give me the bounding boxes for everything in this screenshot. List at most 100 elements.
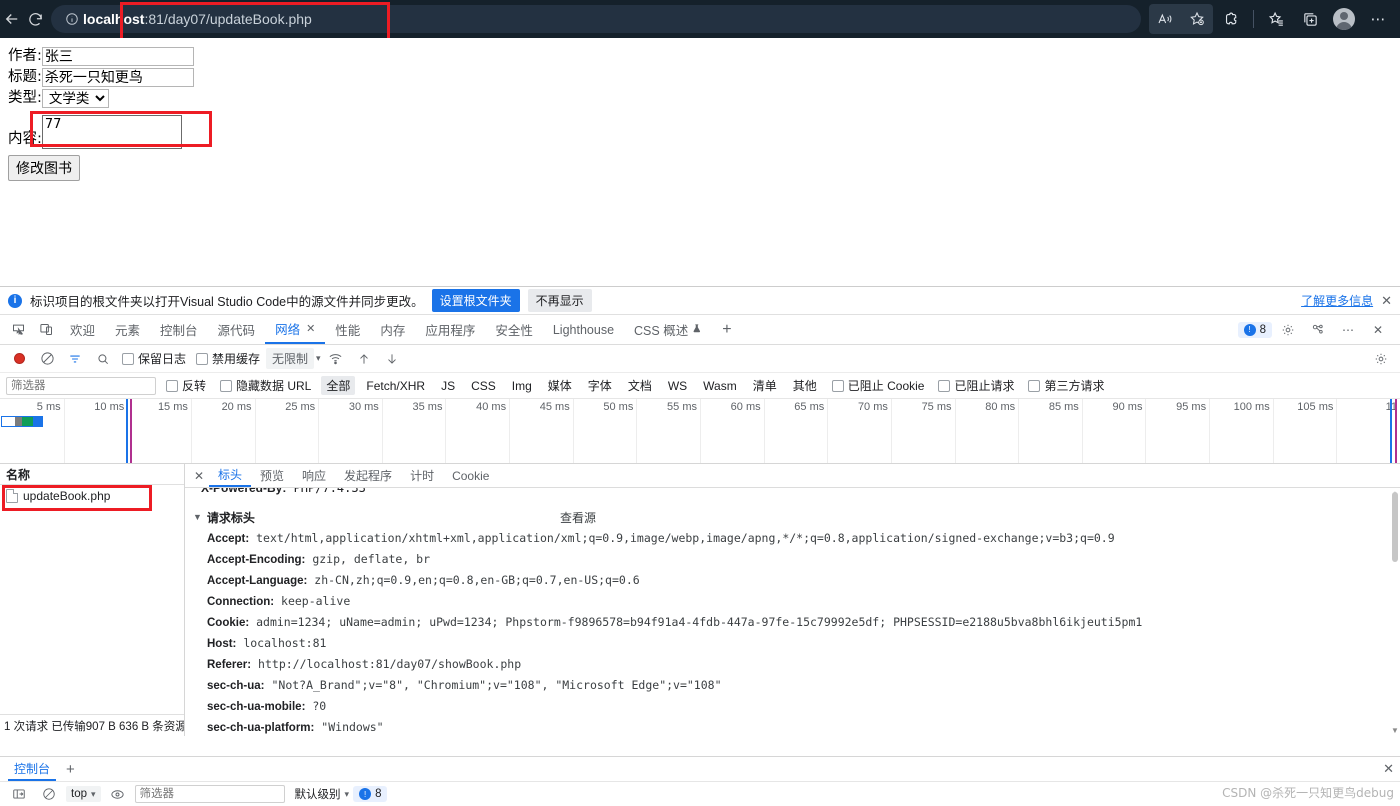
detail-tab-initiator[interactable]: 发起程序 — [335, 464, 401, 487]
invert-checkbox[interactable]: 反转 — [166, 377, 206, 394]
filter-type-fetch-xhr[interactable]: Fetch/XHR — [361, 378, 430, 394]
collections-icon[interactable] — [1294, 4, 1326, 34]
filter-icon[interactable] — [62, 347, 88, 371]
favorites-icon[interactable] — [1260, 4, 1292, 34]
search-icon[interactable] — [90, 347, 116, 371]
filter-type-ws[interactable]: WS — [663, 378, 692, 394]
add-favorite-icon[interactable] — [1181, 4, 1213, 34]
drawer-close-icon[interactable]: ✕ — [1383, 761, 1400, 777]
blocked-requests-checkbox[interactable]: 已阻止请求 — [938, 377, 1014, 394]
tab-memory[interactable]: 内存 — [370, 315, 415, 344]
content-textarea[interactable]: 77 — [41, 115, 182, 149]
detail-tab-timing[interactable]: 计时 — [401, 464, 443, 487]
console-context-select[interactable]: top ▾ — [66, 786, 101, 802]
export-har-icon[interactable] — [379, 347, 405, 371]
tab-security[interactable]: 安全性 — [485, 315, 543, 344]
settings-more-icon[interactable]: ⋯ — [1362, 4, 1394, 34]
drawer-tab-console[interactable]: 控制台 — [8, 757, 57, 781]
tab-welcome[interactable]: 欢迎 — [60, 315, 105, 344]
filter-type-manifest[interactable]: 清单 — [748, 376, 782, 395]
header-name: Host: — [207, 638, 237, 650]
request-row-updatebook[interactable]: updateBook.php — [0, 485, 184, 506]
drawer-add-tab-icon[interactable]: + — [66, 761, 75, 778]
title-input[interactable] — [41, 67, 194, 87]
tab-performance[interactable]: 性能 — [325, 315, 370, 344]
type-select[interactable]: 文学类 — [41, 88, 109, 108]
view-source-link[interactable]: 查看源 — [560, 509, 596, 526]
filter-input[interactable] — [6, 376, 156, 395]
clear-button[interactable] — [34, 347, 60, 371]
detail-tab-cookies[interactable]: Cookie — [443, 464, 498, 487]
tab-sources[interactable]: 源代码 — [208, 315, 266, 344]
set-root-folder-button[interactable]: 设置根文件夹 — [431, 289, 520, 312]
record-button[interactable] — [6, 347, 32, 371]
detail-tab-headers[interactable]: 标头 — [209, 464, 252, 487]
console-filter-input[interactable] — [134, 785, 285, 803]
tab-console[interactable]: 控制台 — [150, 315, 208, 344]
live-expression-icon[interactable] — [105, 782, 131, 806]
chevron-down-icon[interactable]: ▾ — [316, 353, 321, 364]
console-clear-icon[interactable] — [36, 782, 62, 806]
learn-more-link[interactable]: 了解更多信息 — [1301, 292, 1373, 309]
submit-book-button[interactable]: 修改图书 — [8, 155, 80, 181]
customize-devtools-icon[interactable] — [1304, 317, 1332, 343]
request-column-header[interactable]: 名称 — [0, 464, 184, 485]
extensions-icon[interactable] — [1215, 4, 1247, 34]
blocked-cookies-checkbox[interactable]: 已阻止 Cookie — [831, 377, 924, 394]
tab-lighthouse[interactable]: Lighthouse — [543, 315, 624, 344]
device-toolbar-icon[interactable] — [32, 317, 60, 343]
filter-type-other[interactable]: 其他 — [788, 376, 822, 395]
headers-scroll-area[interactable]: X-Powered-By: PHP/7.4.33 ▼ 请求标头 查看源 Acce… — [185, 488, 1400, 736]
more-options-icon[interactable]: ⋯ — [1334, 317, 1362, 343]
filter-type-doc[interactable]: 文档 — [623, 376, 657, 395]
filter-type-js[interactable]: JS — [436, 378, 460, 394]
detail-tab-response[interactable]: 响应 — [293, 464, 335, 487]
address-box[interactable]: localhost:81/day07/updateBook.php — [51, 5, 1141, 33]
tab-application[interactable]: 应用程序 — [415, 315, 485, 344]
hide-data-urls-checkbox[interactable]: 隐藏数据 URL — [220, 377, 311, 394]
import-har-icon[interactable] — [351, 347, 377, 371]
filter-type-media[interactable]: 媒体 — [543, 376, 577, 395]
dont-show-again-button[interactable]: 不再显示 — [527, 289, 592, 312]
tab-close-icon[interactable]: ✕ — [306, 322, 315, 335]
filter-type-css[interactable]: CSS — [466, 378, 501, 394]
address-bar[interactable]: localhost:81/day07/updateBook.php — [51, 5, 1141, 33]
network-overview-timeline[interactable]: 5 ms 10 ms 15 ms 20 ms 25 ms 30 ms 35 ms 40 ms 4… — [0, 399, 1400, 464]
preserve-log-checkbox[interactable]: 保留日志 — [122, 350, 186, 367]
console-sidebar-icon[interactable] — [6, 782, 32, 806]
tab-network[interactable]: 网络 ✕ — [265, 315, 326, 344]
read-aloud-icon[interactable] — [1149, 4, 1181, 34]
detail-tab-preview[interactable]: 预览 — [251, 464, 293, 487]
close-devtools-icon[interactable]: ✕ — [1364, 317, 1392, 343]
scrollbar-thumb[interactable] — [1392, 492, 1398, 562]
add-panel-button[interactable]: + — [712, 315, 741, 344]
console-issues-badge[interactable]: ! 8 — [353, 786, 388, 802]
gear-icon[interactable] — [1274, 317, 1302, 343]
filter-type-all[interactable]: 全部 — [321, 376, 356, 395]
back-button[interactable] — [0, 4, 24, 34]
scroll-down-icon[interactable]: ▼ — [1391, 726, 1399, 735]
issues-badge[interactable]: ! 8 — [1237, 321, 1272, 338]
inspect-element-icon[interactable] — [4, 317, 32, 343]
profile-avatar[interactable] — [1328, 4, 1360, 34]
filter-type-wasm[interactable]: Wasm — [698, 378, 742, 394]
request-headers-section-header[interactable]: ▼ 请求标头 查看源 — [193, 506, 1400, 528]
infobar-close-icon[interactable]: ✕ — [1381, 293, 1392, 309]
filter-type-font[interactable]: 字体 — [583, 376, 617, 395]
network-summary-text: 1 次请求 已传输907 B 636 B 条资源 — [4, 720, 184, 733]
author-input[interactable] — [41, 46, 194, 66]
console-level-select[interactable]: 默认级别 ▾ — [295, 786, 350, 802]
third-party-checkbox[interactable]: 第三方请求 — [1028, 377, 1105, 394]
tab-elements[interactable]: 元素 — [105, 315, 150, 344]
detail-close-icon[interactable]: ✕ — [189, 469, 209, 483]
filter-type-img[interactable]: Img — [507, 378, 537, 394]
tab-css-overview[interactable]: CSS 概述 — [624, 315, 712, 344]
site-info-icon[interactable] — [61, 12, 83, 26]
throttling-select[interactable]: 无限制 — [266, 348, 315, 369]
network-settings-gear-icon[interactable] — [1368, 347, 1394, 371]
header-name: sec-ch-ua-platform: — [207, 722, 315, 734]
detail-scrollbar[interactable]: ▲ ▼ — [1390, 488, 1400, 736]
disable-cache-checkbox[interactable]: 禁用缓存 — [196, 350, 260, 367]
reload-button[interactable] — [24, 4, 48, 34]
network-conditions-icon[interactable] — [323, 347, 349, 371]
